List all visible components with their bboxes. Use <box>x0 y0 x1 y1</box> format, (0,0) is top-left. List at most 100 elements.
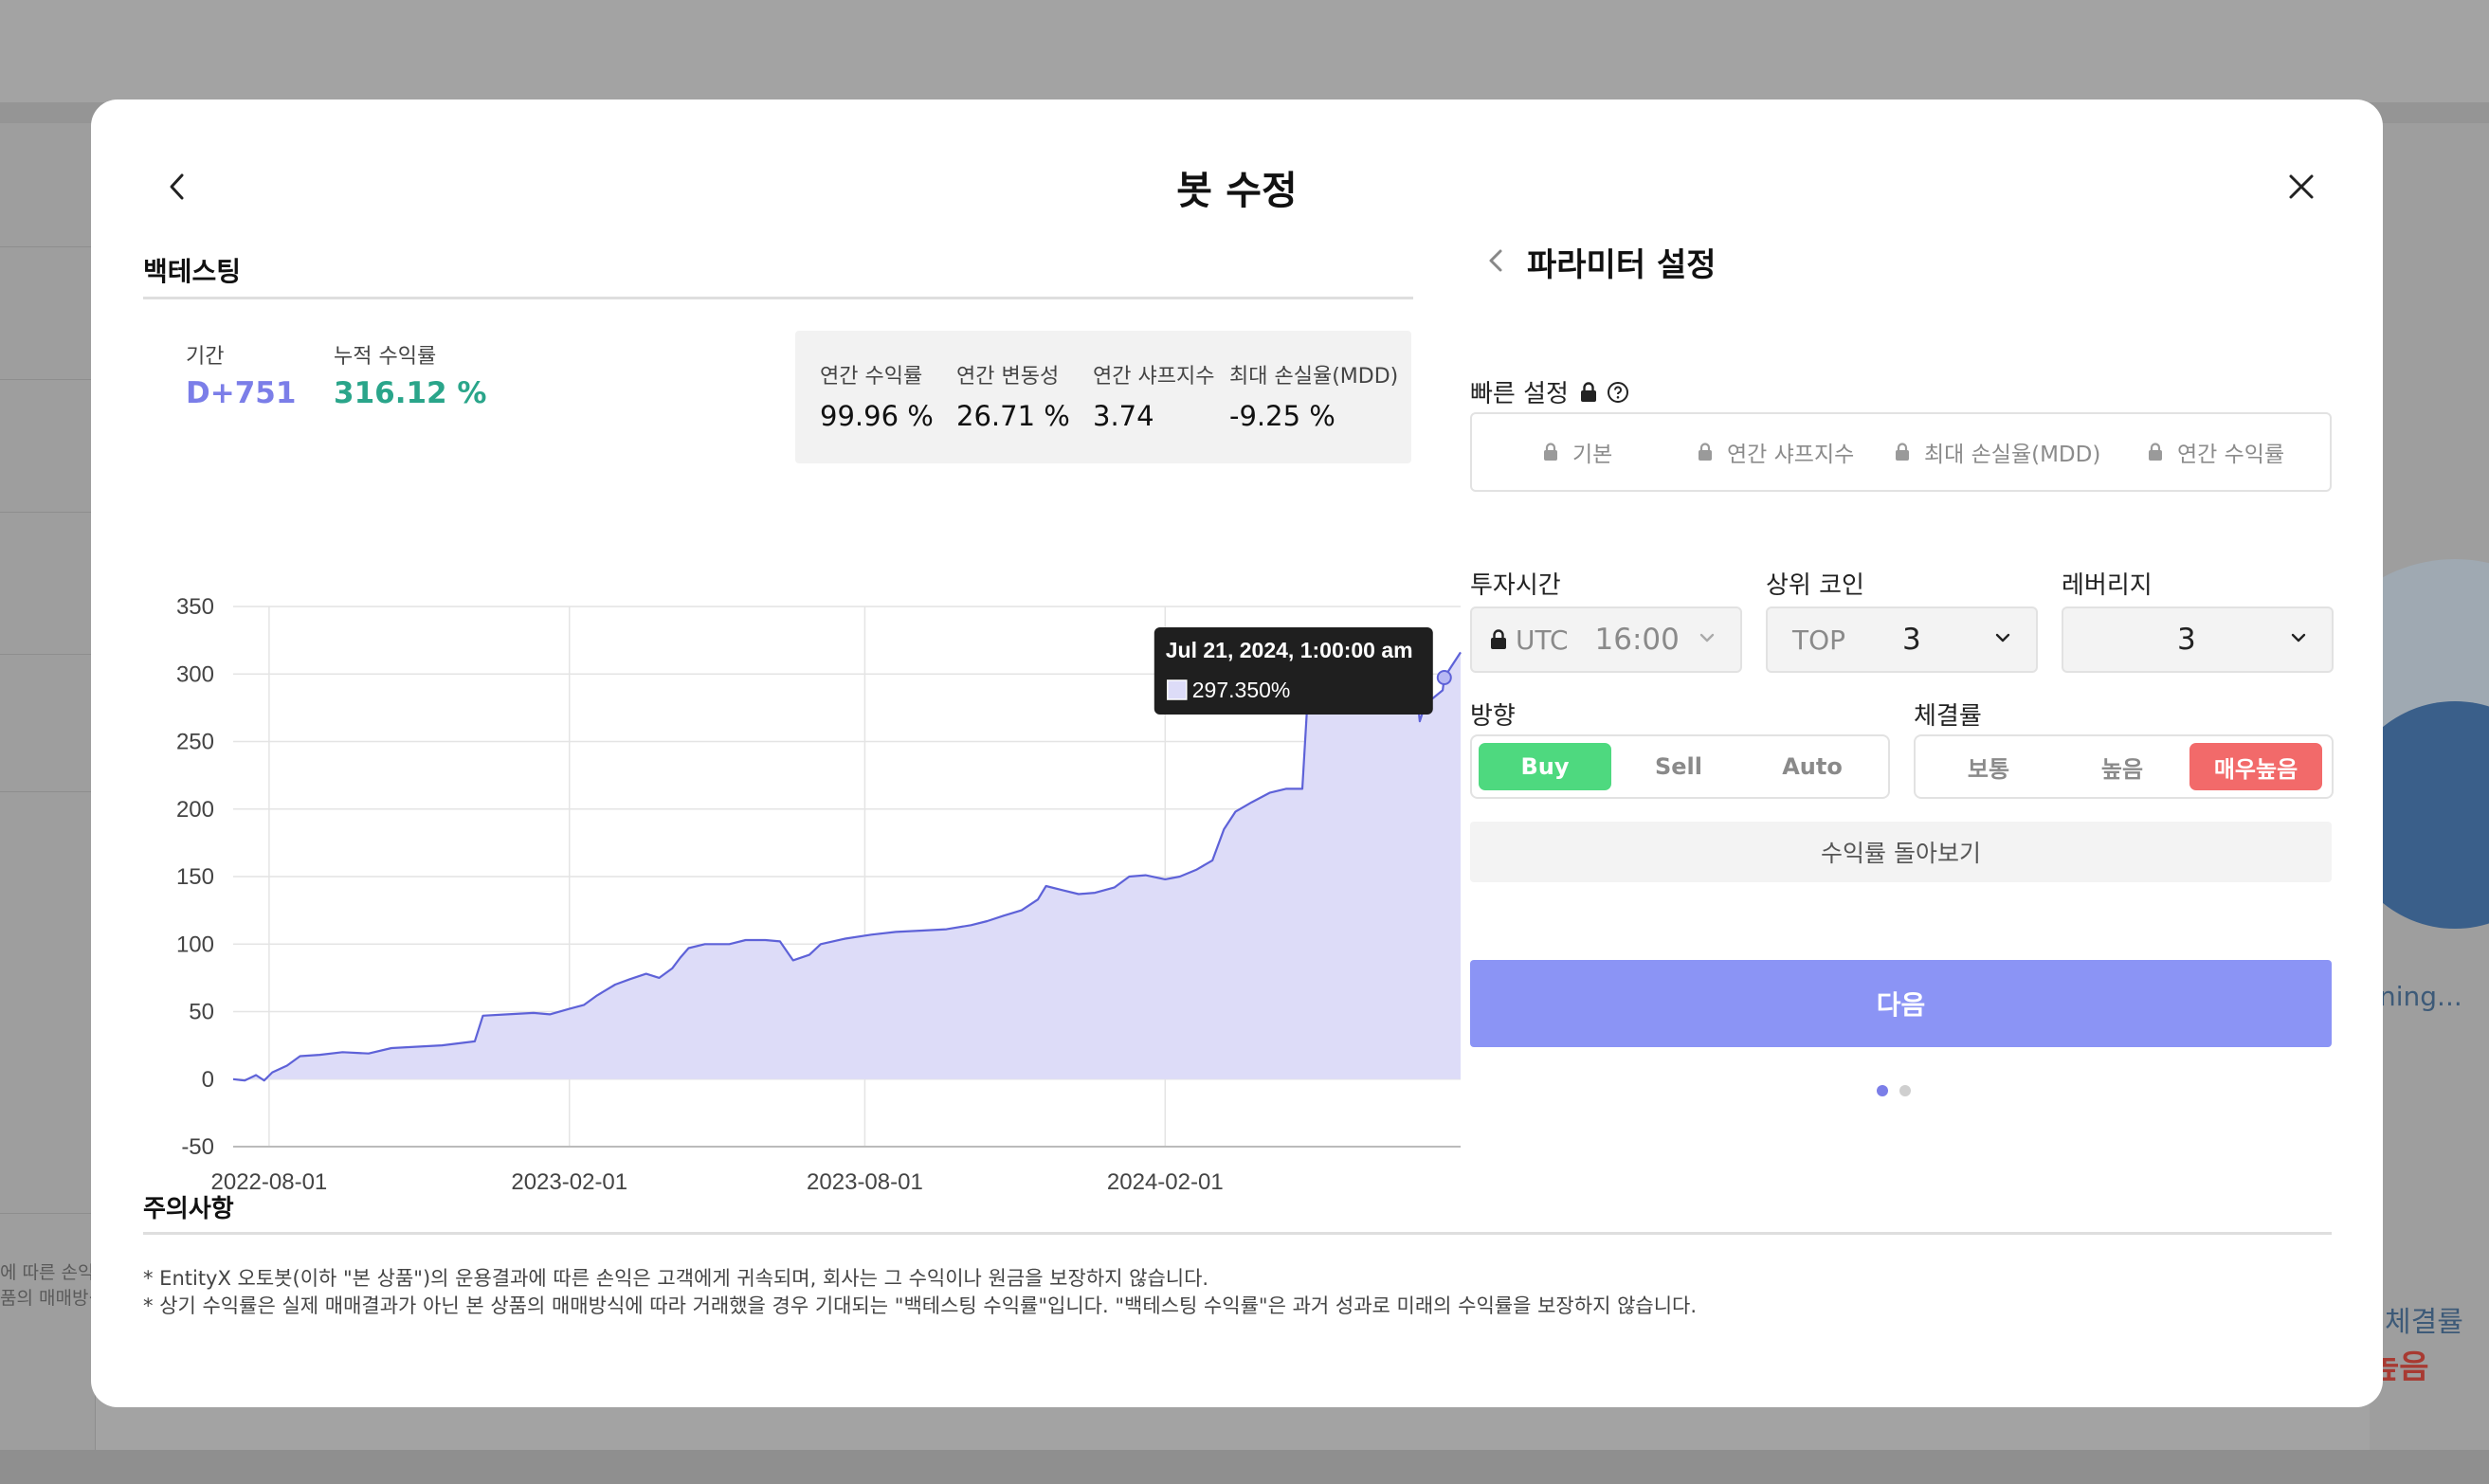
quick-option-label: 연간 샤프지수 <box>1727 443 1855 467</box>
fill-rate-high[interactable]: 높음 <box>2056 743 2189 790</box>
quick-option-label: 최대 손실율(MDD) <box>1924 443 2101 467</box>
annual-return-value: 99.96 % <box>820 400 934 432</box>
help-icon[interactable] <box>1607 381 1629 404</box>
background-divider <box>0 1213 95 1214</box>
y-tick-label: 50 <box>189 1000 214 1025</box>
background-divider <box>0 379 95 380</box>
background-divider <box>0 512 95 513</box>
lock-icon <box>1491 629 1506 649</box>
background-divider <box>0 246 95 247</box>
direction-buy[interactable]: Buy <box>1479 743 1611 790</box>
y-tick-label: 350 <box>176 594 214 620</box>
page-indicator-dot[interactable] <box>1899 1085 1911 1096</box>
lock-icon <box>2147 442 2164 462</box>
notice-divider <box>143 1232 2332 1235</box>
tooltip-date: Jul 21, 2024, 1:00:00 am <box>1166 638 1413 662</box>
x-tick-label: 2023-02-01 <box>511 1169 627 1195</box>
invest-time-value: 16:00 <box>1594 623 1680 657</box>
highlight-point <box>1436 670 1452 686</box>
annual-return-label: 연간 수익률 <box>820 365 923 389</box>
cumulative-return-label: 누적 수익률 <box>334 345 437 369</box>
x-tick-label: 2023-08-01 <box>807 1169 923 1195</box>
y-tick-label: 200 <box>176 797 214 823</box>
series-area <box>233 652 1461 1081</box>
background-notice-line: 에 따른 손익 <box>0 1262 95 1283</box>
notice-line: * 상기 수익률은 실제 매매결과가 아닌 본 상품의 매매방식에 따라 거래했… <box>143 1294 1698 1317</box>
top-coin-value: 3 <box>1902 623 1921 657</box>
backtest-chart[interactable]: 350300250200150100500-502022-08-01 2023-0… <box>143 479 1470 1237</box>
y-tick-label: 150 <box>176 864 214 890</box>
fill-rate-very-high[interactable]: 매우높음 <box>2189 743 2322 790</box>
y-tick-label: -50 <box>181 1134 214 1160</box>
quick-setting-label: 빠른 설정 <box>1470 380 1569 408</box>
leverage-value: 3 <box>2177 623 2196 657</box>
quick-option-sharpe[interactable]: 연간 샤프지수 <box>1697 414 1854 490</box>
fill-rate-normal[interactable]: 보통 <box>1922 743 2055 790</box>
fill-rate-toggle: 보통 높음 매우높음 <box>1914 734 2334 799</box>
top-coin-label: 상위 코인 <box>1766 571 1864 600</box>
chevron-left-icon <box>1489 249 1502 272</box>
background-divider <box>0 654 95 655</box>
invest-time-label: 투자시간 <box>1470 571 1561 600</box>
backtest-divider <box>143 297 1413 299</box>
sharpe-ratio-label: 연간 샤프지수 <box>1093 365 1215 389</box>
direction-label: 방향 <box>1470 702 1516 731</box>
x-tick-label: 2024-02-01 <box>1107 1169 1224 1195</box>
period-value: D+751 <box>186 376 297 410</box>
direction-toggle: Buy Sell Auto <box>1470 734 1890 799</box>
utc-prefix: UTC <box>1516 624 1569 656</box>
lock-icon <box>1894 442 1911 462</box>
top-prefix: TOP <box>1792 624 1846 656</box>
invest-time-select[interactable]: UTC 16:00 <box>1470 606 1742 673</box>
lock-icon <box>1580 381 1596 402</box>
chevron-down-icon <box>1699 633 1715 642</box>
mdd-value: -9.25 % <box>1229 400 1335 432</box>
close-button[interactable] <box>2280 166 2322 208</box>
background-notice-text: 에 따른 손익 품의 매매방식 <box>0 1260 95 1312</box>
param-back-button[interactable] <box>1480 240 1514 281</box>
background-notice-line: 품의 매매방식 <box>0 1288 95 1309</box>
background-footer-bar <box>0 1450 2489 1484</box>
next-button[interactable]: 다음 <box>1470 960 2332 1047</box>
quick-setting-options: 기본 연간 샤프지수 최대 손실율(MDD) 연간 수익률 <box>1470 412 2332 492</box>
direction-auto[interactable]: Auto <box>1746 743 1879 790</box>
quick-setting-label-row: 빠른 설정 <box>1470 374 1629 409</box>
quick-option-basic[interactable]: 기본 <box>1542 414 1612 490</box>
quick-option-annual-return[interactable]: 연간 수익률 <box>2147 414 2284 490</box>
close-icon <box>2289 174 2314 199</box>
tooltip-swatch <box>1167 679 1188 700</box>
page-indicator-dot-active[interactable] <box>1877 1085 1888 1096</box>
quick-option-mdd[interactable]: 최대 손실율(MDD) <box>1894 414 2100 490</box>
modal-title: 봇 수정 <box>1176 168 1298 213</box>
preview-return-button[interactable]: 수익률 돌아보기 <box>1470 822 2332 882</box>
y-tick-label: 250 <box>176 730 214 755</box>
quick-option-label: 기본 <box>1572 443 1613 467</box>
background-running-label: ning... <box>2379 981 2462 1012</box>
y-tick-label: 300 <box>176 661 214 687</box>
leverage-label: 레버리지 <box>2062 571 2153 600</box>
backtest-heading: 백테스팅 <box>143 256 242 287</box>
leverage-select[interactable]: 3 <box>2062 606 2334 673</box>
y-tick-label: 100 <box>176 932 214 957</box>
lock-icon <box>1697 442 1714 462</box>
background-left-panel <box>0 123 96 1450</box>
cumulative-return-value: 316.12 % <box>334 376 487 410</box>
param-title: 파라미터 설정 <box>1527 246 1717 284</box>
lock-icon <box>1542 442 1559 462</box>
fill-rate-label: 체결률 <box>1914 702 1982 731</box>
period-label: 기간 <box>186 345 225 369</box>
direction-sell[interactable]: Sell <box>1612 743 1745 790</box>
annual-volatility-value: 26.71 % <box>956 400 1070 432</box>
y-tick-label: 0 <box>202 1067 214 1093</box>
chevron-down-icon <box>1995 633 2010 642</box>
background-divider <box>0 791 95 792</box>
top-coin-select[interactable]: TOP 3 <box>1766 606 2038 673</box>
sharpe-ratio-value: 3.74 <box>1093 400 1154 432</box>
mdd-label: 최대 손실율(MDD) <box>1229 365 1399 389</box>
notice-heading: 주의사항 <box>143 1195 234 1223</box>
edit-bot-modal: 봇 수정 백테스팅 기간 D+751 누적 수익률 316.12 % 연간 수익… <box>91 100 2383 1407</box>
stats-summary: 연간 수익률 99.96 % 연간 변동성 26.71 % 연간 샤프지수 3.… <box>795 331 1411 463</box>
chevron-down-icon <box>2291 633 2306 642</box>
annual-volatility-label: 연간 변동성 <box>956 365 1060 389</box>
background-fill-rate-label: 체결률 <box>2385 1306 2463 1339</box>
